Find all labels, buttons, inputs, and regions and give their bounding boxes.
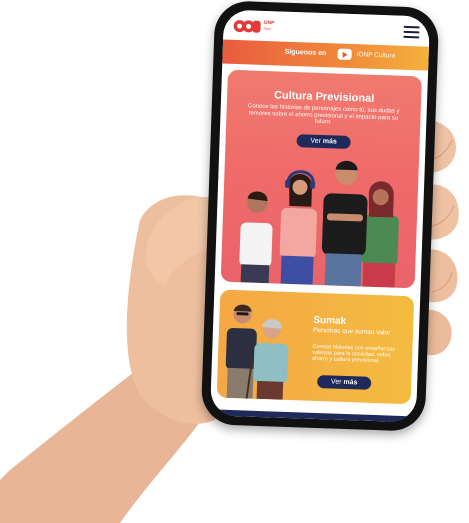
card-cultura-previsional: Cultura Previsional Conoce las historias… <box>220 69 422 289</box>
button-prefix: Ver <box>330 378 344 386</box>
logo-subtext: Perú <box>263 26 271 32</box>
ver-mas-button[interactable]: Ver más <box>296 134 351 150</box>
logo-text: ONP <box>263 19 275 27</box>
onp-logo-icon[interactable] <box>233 18 262 35</box>
card-description: Conoce historias con enseñanzas valiosas… <box>311 343 396 365</box>
card-sumak: Sumak Personas que suman valor Conoce hi… <box>216 289 415 405</box>
button-bold-text: más <box>343 378 358 387</box>
phone-screen: ONP Perú Síguenos en /ONP Cultura Cultur… <box>209 9 431 423</box>
ver-mas-button[interactable]: Ver más <box>316 375 372 390</box>
card-title: Sumak <box>313 314 347 327</box>
hamburger-menu-icon[interactable] <box>403 25 420 39</box>
youtube-icon[interactable] <box>337 48 352 61</box>
elders-illustration <box>225 304 289 400</box>
button-prefix: Ver <box>310 137 323 146</box>
card-subtitle: Personas que suman valor <box>312 326 391 337</box>
bottom-strip <box>209 409 417 423</box>
youtube-channel-link[interactable]: /ONP Cultura <box>357 51 396 59</box>
phone-device: ONP Perú Síguenos en /ONP Cultura Cultur… <box>200 0 440 432</box>
button-bold-text: más <box>322 138 337 146</box>
social-label: Síguenos en <box>284 48 327 58</box>
